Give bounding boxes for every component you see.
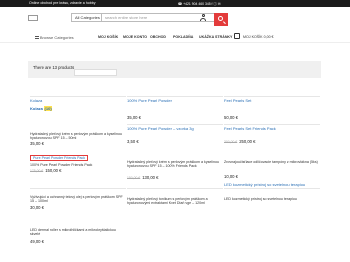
nav-item-shop[interactable]: OBCHOD <box>150 35 166 39</box>
search-input[interactable]: search entire store here <box>102 13 215 22</box>
account-icon[interactable] <box>200 14 206 21</box>
top-bar-contact[interactable]: ☎ +421 904 460 345 f ⓘ ✉ <box>178 1 221 6</box>
search-button[interactable] <box>214 13 228 26</box>
category-select[interactable]: All Categories <box>71 13 102 22</box>
cart-total: MOJ KOŠÍK 0,00 € <box>243 34 274 39</box>
nav-item-account[interactable]: MOJE KONTO <box>123 35 147 39</box>
nav-item-sample-page[interactable]: UKÁŽKA STRÁNKY <box>199 35 232 39</box>
product-price: 50,00 € <box>224 115 238 120</box>
product-price: 3,50 € <box>127 139 139 144</box>
nav-item-checkout[interactable]: POKLADŇA <box>173 35 193 39</box>
product-price: 30,00 € <box>30 205 44 210</box>
search-row: All Categories search entire store here <box>28 13 228 26</box>
product-price: 300,00 €250,00 € <box>224 139 256 144</box>
header-divider <box>0 42 350 43</box>
product-price: 49,00 € <box>30 239 44 244</box>
product-price: 35,00 € <box>30 141 44 146</box>
product-title[interactable]: 100% Pure Pearl Powder Friends Pack <box>30 163 126 167</box>
top-bar: Online obchod pre krásu, zdravie a hobby… <box>0 0 350 7</box>
product-title[interactable]: Vyživujúci a ochranný telový olej s perl… <box>30 195 126 204</box>
product-title[interactable]: LED dermal roller s mikroihličkami a mik… <box>30 228 126 237</box>
search-icon <box>217 16 223 21</box>
cart-icon <box>234 33 240 39</box>
sort-select[interactable] <box>74 68 117 76</box>
product-title[interactable]: Feel Pearls Set Friends Pack <box>224 126 276 131</box>
product-title[interactable]: 100% Pure Pearl Powder – vzorka 3g <box>127 126 194 131</box>
product-title[interactable]: Kolaza <box>30 98 42 103</box>
site-logo[interactable] <box>28 15 38 21</box>
product-title[interactable]: Zrovnajoučisťiace odličovacie tampóny z … <box>224 160 320 164</box>
product-title[interactable]: Hydratačný pleťový tonikum s perlovým pr… <box>127 197 223 206</box>
top-bar-message: Online obchod pre krásu, zdravie a hobby <box>29 1 96 6</box>
product-price: 150,00 €130,00 € <box>127 175 159 180</box>
product-price: 175,00 €150,00 € <box>30 168 62 173</box>
product-title-highlight[interactable]: Kolaza (10) <box>30 106 53 111</box>
main-nav: Browse Categories MOJ KOŠÍK MOJE KONTO O… <box>0 32 350 41</box>
product-title[interactable]: LED kozmetický prístroj so svetelnou ter… <box>224 197 320 201</box>
nav-item-cart[interactable]: MOJ KOŠÍK <box>98 35 118 39</box>
product-count: There are 13 products <box>33 64 75 70</box>
product-title[interactable]: Hydratačný pleťový krém s perlovým prášk… <box>30 132 126 141</box>
product-title[interactable]: Feel Pearls Set <box>224 98 251 103</box>
product-title[interactable]: 100% Pure Pearl Powder <box>127 98 172 103</box>
menu-icon <box>35 36 39 39</box>
products-toolbar: There are 13 products <box>28 61 321 78</box>
product-price: 10,00 € <box>224 174 238 179</box>
browse-categories[interactable]: Browse Categories <box>35 35 74 40</box>
product-title[interactable]: LED kozmetický prístroj so svetelnou ter… <box>224 182 305 187</box>
product-badge: Pure Pearl Powder Friends Pack <box>30 155 89 161</box>
product-title[interactable]: Hydratačný pleťový krém s perlovým prášk… <box>127 160 223 169</box>
mini-cart[interactable]: MOJ KOŠÍK 0,00 € <box>234 32 284 41</box>
product-price: 35,00 € <box>127 115 141 120</box>
